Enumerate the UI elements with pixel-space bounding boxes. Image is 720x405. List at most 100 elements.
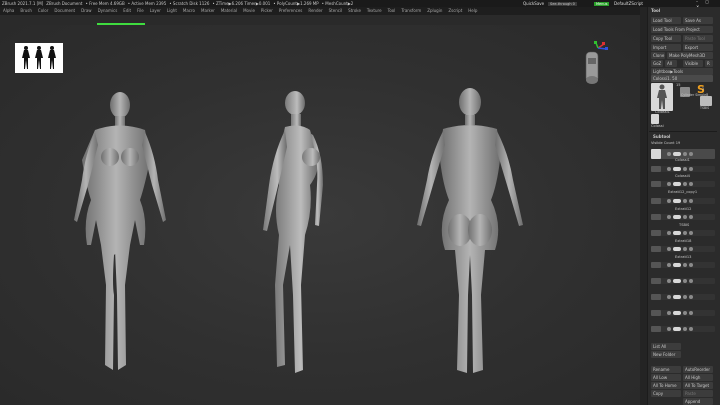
menu-bar: Alpha Brush Color Document Draw Dynamics… (0, 7, 720, 15)
subtool-thumbnail (651, 198, 661, 204)
copy-tool-button[interactable]: Copy Tool (651, 35, 681, 42)
subtool-header: Subtool (653, 134, 671, 139)
subtool-row[interactable] (651, 230, 715, 236)
menu-item[interactable]: Draw (78, 7, 94, 15)
clone-button[interactable]: Clone (651, 52, 665, 59)
export-button[interactable]: Export (683, 44, 713, 51)
subtool-thumbnail (651, 230, 661, 236)
thumb-label-bottom: Colossi (651, 124, 664, 128)
list-all-button[interactable]: List All (651, 343, 681, 350)
menu-item[interactable]: Color (35, 7, 51, 15)
goz-visible-button[interactable]: Visible (683, 60, 703, 67)
menu-item[interactable]: Document (51, 7, 78, 15)
all-to-home-button[interactable]: All To Home (651, 382, 681, 389)
menu-item[interactable]: Dynamics (95, 7, 121, 15)
subtool-label: Extrati12_copy1 (668, 190, 698, 194)
subtool-label: Extrati13 (675, 255, 692, 259)
menu-item[interactable]: Tool (385, 7, 399, 15)
menu-item[interactable]: File (134, 7, 147, 15)
menu-item[interactable]: Light (164, 7, 180, 15)
reference-image (15, 43, 63, 73)
menu-item[interactable]: Stroke (345, 7, 364, 15)
menus-toggle[interactable]: Menus (594, 1, 610, 6)
subtool-row[interactable] (651, 278, 715, 284)
rename-button[interactable]: Rename (651, 366, 681, 373)
subtool-row[interactable] (651, 166, 715, 172)
see-through-slider[interactable]: See-through 0 (548, 1, 577, 6)
menu-item[interactable]: Preferences (276, 7, 306, 15)
new-folder-button[interactable]: New Folder (651, 351, 681, 358)
sculpt-figure-front[interactable] (60, 85, 180, 385)
subtool-thumbnail (651, 278, 661, 284)
all-to-target-button[interactable]: All To Target (683, 382, 713, 389)
thumb-count-b: 2 (702, 87, 705, 91)
subtool-thumbnail (651, 181, 661, 187)
menu-item[interactable]: Stencil (326, 7, 346, 15)
menu-item[interactable]: Marker (198, 7, 218, 15)
top-shelf (0, 15, 640, 25)
navigation-gizmo-icon[interactable] (578, 40, 618, 90)
menu-item[interactable]: Layer (147, 7, 164, 15)
subtool-label: Colossi4 (675, 174, 690, 178)
subtool-thumbnail (651, 149, 661, 159)
small-tool-thumbnail[interactable] (651, 114, 659, 124)
goz-r-button[interactable]: R (705, 60, 713, 67)
append-button[interactable]: Append (683, 398, 713, 405)
thumb-label: TSBIS (700, 106, 710, 110)
paste-subtool-button[interactable]: Paste (683, 390, 713, 397)
menu-item[interactable]: Brush (17, 7, 35, 15)
thumb-label: Cylinder SimpleB (681, 93, 709, 97)
all-high-button[interactable]: All High (683, 374, 713, 381)
menu-item[interactable]: Movie (240, 7, 258, 15)
import-button[interactable]: Import (651, 44, 681, 51)
subtool-row[interactable] (651, 326, 715, 332)
subtool-row[interactable] (651, 214, 715, 220)
paste-tool-button[interactable]: Paste Tool (683, 35, 713, 42)
subtool-row[interactable] (651, 181, 715, 187)
divider (649, 131, 717, 132)
subtool-row[interactable] (651, 262, 715, 268)
menu-item[interactable]: Zplugin (424, 7, 445, 15)
subtool-row[interactable] (651, 198, 715, 204)
lightbox-tools-button[interactable]: Lightbox▶Tools (651, 68, 713, 75)
tool-palette-header: Tool (651, 8, 661, 13)
subtool-label: Colossi1 (675, 158, 690, 162)
menu-item[interactable]: Material (218, 7, 240, 15)
menu-item[interactable]: Picker (258, 7, 276, 15)
sculpt-figure-side[interactable] (255, 85, 355, 385)
make-polymesh3d-button[interactable]: Make PolyMesh3D (667, 52, 713, 59)
subtool-row[interactable] (651, 294, 715, 300)
active-tool-thumbnail[interactable] (651, 83, 673, 111)
menu-item[interactable]: Render (305, 7, 325, 15)
app-title: ZBrush 2021.7.1 [M] (2, 1, 44, 6)
subtool-row[interactable] (651, 246, 715, 252)
all-low-button[interactable]: All Low (651, 374, 681, 381)
subtool-thumbnail (651, 262, 661, 268)
free-mem: • Free Mem 4.69GB (85, 1, 125, 6)
goz-all-button[interactable]: All (665, 60, 677, 67)
figure-thumbnail-icon (657, 84, 667, 109)
subtool-thumbnail (651, 310, 661, 316)
copy-subtool-button[interactable]: Copy (651, 390, 681, 397)
menu-item[interactable]: Edit (120, 7, 134, 15)
sculpt-figure-back[interactable] (405, 85, 535, 385)
default-zscript-button[interactable]: DefaultZScript (614, 1, 643, 6)
load-tool-button[interactable]: Load Tool (651, 17, 681, 24)
menu-item[interactable]: Texture (364, 7, 385, 15)
polycount: • PolyCount▶1.269 MP (273, 1, 319, 6)
menu-item[interactable]: Macro (180, 7, 198, 15)
subtool-label: Extrati18 (675, 239, 692, 243)
menu-item[interactable]: Transform (398, 7, 424, 15)
quicksave-button[interactable]: QuickSave (523, 1, 544, 6)
subtool-row[interactable] (651, 310, 715, 316)
active-tool-slider[interactable]: Colossi1. 50 (651, 75, 713, 82)
menu-item[interactable]: Zscript (445, 7, 465, 15)
load-tools-from-project-button[interactable]: Load Tools From Project (651, 26, 713, 33)
goz-button[interactable]: GoZ (651, 60, 663, 67)
active-mem: • Active Mem 2395 (127, 1, 167, 6)
title-bar: ZBrush 2021.7.1 [M] ZBrush Document • Fr… (0, 0, 720, 7)
menu-item[interactable]: Alpha (0, 7, 17, 15)
save-as-button[interactable]: Save As (683, 17, 713, 24)
menu-item[interactable]: Help (465, 7, 480, 15)
autoreorder-button[interactable]: AutoReorder (683, 366, 713, 373)
